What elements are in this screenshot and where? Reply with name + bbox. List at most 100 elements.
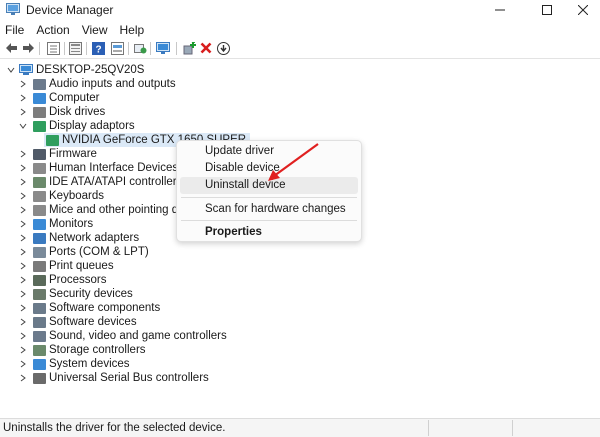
chevron-down-icon[interactable] [18,121,28,131]
status-divider [512,420,513,436]
menu-file[interactable]: File [0,21,29,39]
chevron-right-icon[interactable] [18,93,28,103]
uninstall-button[interactable] [199,41,213,55]
toolbar-separator [86,42,87,55]
refresh-icon [133,43,146,53]
menu-action[interactable]: Action [31,21,74,39]
tree-item-usb-controllers[interactable]: Universal Serial Bus controllers [18,371,209,385]
tree-item-network-adapters[interactable]: Network adapters [18,231,139,245]
menu-view[interactable]: View [77,21,113,39]
chevron-right-icon[interactable] [18,191,28,201]
forward-button[interactable] [21,41,35,55]
keyboard-icon [33,190,46,202]
security-device-icon [33,288,46,300]
back-button[interactable] [4,41,18,55]
speaker-icon [33,78,46,90]
tree-item-storage-controllers[interactable]: Storage controllers [18,343,146,357]
chevron-right-icon[interactable] [18,177,28,187]
chevron-right-icon[interactable] [18,107,28,117]
chevron-right-icon[interactable] [18,345,28,355]
display-adapter-icon [46,134,59,146]
toolbar-separator [150,42,151,55]
update-driver-button[interactable] [182,41,196,55]
tree-item-ports[interactable]: Ports (COM & LPT) [18,245,149,259]
chevron-right-icon[interactable] [18,233,28,243]
close-button[interactable] [563,0,600,20]
chevron-right-icon[interactable] [18,219,28,229]
tree-item-label: Human Interface Devices [49,162,179,174]
tree-item-disk-drives[interactable]: Disk drives [18,105,105,119]
chevron-right-icon[interactable] [18,359,28,369]
minimize-button[interactable] [480,0,520,20]
tree-item-firmware[interactable]: Firmware [18,147,97,161]
tree-root[interactable]: DESKTOP-25QV20S [6,63,144,77]
tree-item-software-components[interactable]: Software components [18,301,160,315]
tree-item-hid[interactable]: Human Interface Devices [18,161,178,175]
tree-item-label: Processors [49,274,107,286]
chevron-right-icon[interactable] [18,303,28,313]
tree-item-security-devices[interactable]: Security devices [18,287,133,301]
maximize-icon [542,5,552,15]
chevron-right-icon[interactable] [18,149,28,159]
firmware-icon [33,148,46,160]
tree-item-monitors[interactable]: Monitors [18,217,93,231]
close-icon [578,5,588,15]
tree-item-keyboards[interactable]: Keyboards [18,189,104,203]
chevron-right-icon[interactable] [18,205,28,215]
scan-hardware-button[interactable] [156,41,170,55]
properties-button[interactable] [68,41,82,55]
menu-scan-hardware[interactable]: Scan for hardware changes [180,201,358,218]
display-adapter-icon [33,120,46,132]
tree-item-label: Security devices [49,288,133,300]
chevron-right-icon[interactable] [18,331,28,341]
chevron-down-icon[interactable] [6,65,16,75]
tree-root-label: DESKTOP-25QV20S [36,64,145,76]
tree-item-label: Display adaptors [49,120,135,132]
menu-separator [181,197,357,198]
back-arrow-icon [5,43,17,53]
tree-item-label: IDE ATA/ATAPI controllers [49,176,183,188]
tree-item-computer[interactable]: Computer [18,91,100,105]
chevron-right-icon[interactable] [18,261,28,271]
annotation-arrow-icon [268,143,319,181]
download-driver-button[interactable] [216,41,230,55]
tree-item-label: Universal Serial Bus controllers [49,372,209,384]
chevron-right-icon[interactable] [18,317,28,327]
list-view-button[interactable] [110,41,124,55]
toolbar-separator [128,42,129,55]
network-adapter-icon [33,232,46,244]
properties-sheet-icon [68,41,82,55]
tree-item-processors[interactable]: Processors [18,273,107,287]
tree-item-label: Software devices [49,316,137,328]
maximize-button[interactable] [527,0,567,20]
chevron-right-icon[interactable] [18,289,28,299]
tree-item-label: Firmware [49,148,97,160]
computer-icon [33,92,46,104]
tree-item-software-devices[interactable]: Software devices [18,315,137,329]
add-driver-icon [183,41,196,54]
tree-item-audio[interactable]: Audio inputs and outputs [18,77,176,91]
tree-item-label: Print queues [49,260,114,272]
tree-item-print-queues[interactable]: Print queues [18,259,114,273]
show-tree-button[interactable] [46,41,60,55]
system-device-icon [33,358,46,370]
processor-icon [33,274,46,286]
chevron-right-icon[interactable] [18,247,28,257]
window-title: Device Manager [26,3,114,17]
help-button[interactable]: ? [91,41,105,55]
tree-item-ide[interactable]: IDE ATA/ATAPI controllers [18,175,182,189]
refresh-button[interactable] [133,41,147,55]
chevron-right-icon[interactable] [18,163,28,173]
tree-item-system-devices[interactable]: System devices [18,357,130,371]
chevron-right-icon[interactable] [18,373,28,383]
menu-help[interactable]: Help [115,21,150,39]
computer-icon [19,64,33,75]
chevron-right-icon[interactable] [18,79,28,89]
chevron-right-icon[interactable] [18,275,28,285]
forward-arrow-icon [22,43,34,53]
menu-properties[interactable]: Properties [180,224,358,241]
tree-item-sound-controllers[interactable]: Sound, video and game controllers [18,329,227,343]
status-text: Uninstalls the driver for the selected d… [3,422,226,434]
tree-item-display-adaptors[interactable]: Display adaptors [18,119,135,133]
help-icon: ? [91,41,105,55]
